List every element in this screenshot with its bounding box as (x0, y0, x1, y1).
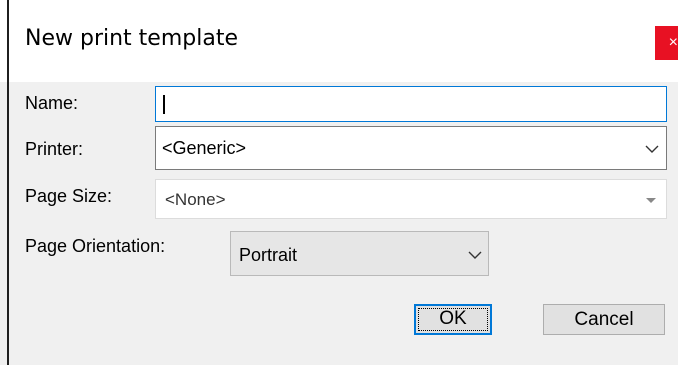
page-orientation-select[interactable]: Portrait (230, 231, 489, 276)
printer-select-value: <Generic> (162, 138, 247, 158)
printer-label: Printer: (25, 139, 84, 159)
chevron-down-icon (645, 145, 659, 153)
page-size-label: Page Size: (25, 186, 113, 206)
ok-button[interactable]: OK (414, 304, 492, 335)
print-template-dialog: New print template × Name: Printer: <Gen… (0, 0, 678, 365)
page-orientation-label: Page Orientation: (25, 236, 166, 256)
dialog-title: New print template (25, 26, 238, 51)
cancel-button-label: Cancel (574, 309, 634, 330)
cancel-button[interactable]: Cancel (543, 304, 665, 335)
dropdown-arrow-icon (646, 198, 656, 203)
window-border (7, 0, 9, 365)
focus-rectangle (418, 308, 488, 331)
page-size-select-value: <None> (165, 190, 226, 209)
title-bar: New print template × (0, 0, 678, 82)
page-size-select[interactable]: <None> (155, 179, 667, 219)
chevron-down-icon (468, 251, 482, 259)
page-orientation-select-value: Portrait (239, 245, 298, 265)
name-label: Name: (25, 93, 79, 113)
text-caret (163, 95, 165, 114)
close-button[interactable]: × (655, 26, 678, 60)
close-icon: × (668, 34, 678, 51)
name-input[interactable] (155, 86, 667, 122)
printer-select[interactable]: <Generic> (155, 126, 667, 170)
